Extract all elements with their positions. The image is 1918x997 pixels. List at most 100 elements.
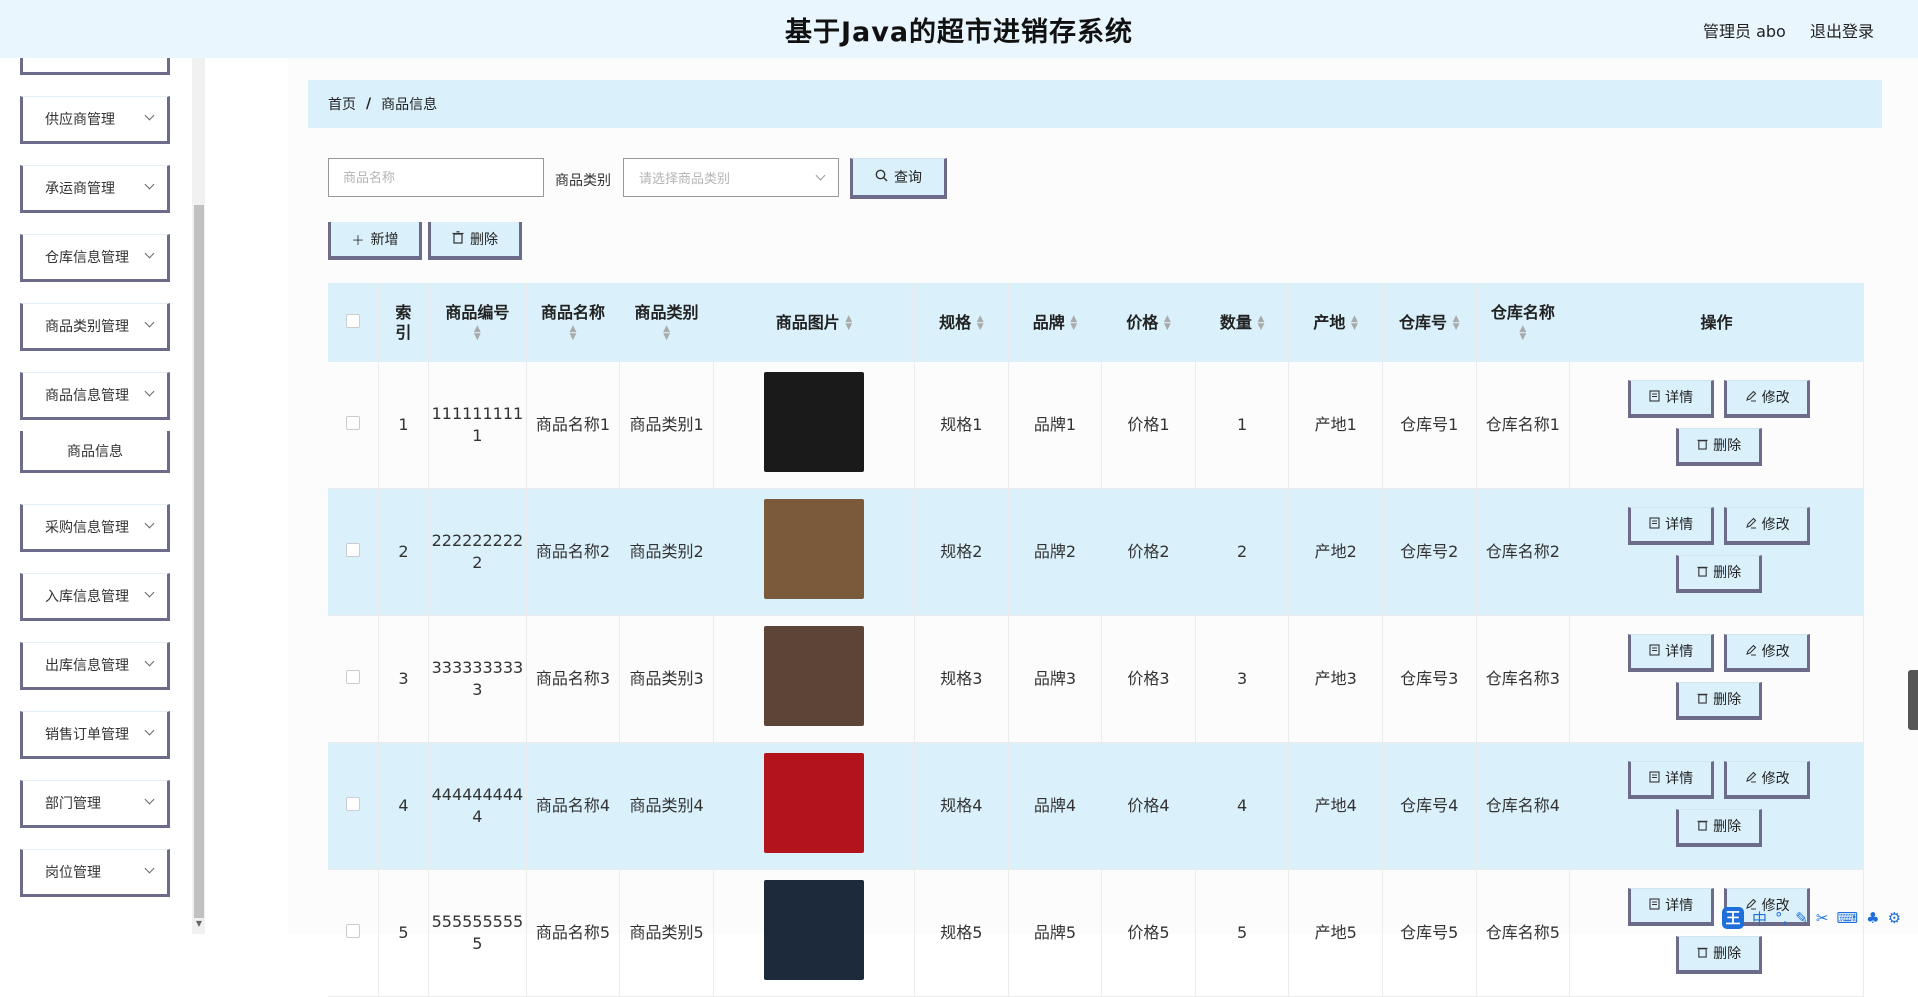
delete-button[interactable]: 删除: [1676, 809, 1763, 847]
header-code[interactable]: 商品编号 ▲ ▼: [428, 283, 527, 362]
product-image[interactable]: [763, 372, 864, 472]
ime-pen-icon[interactable]: ✎: [1795, 909, 1808, 927]
product-image[interactable]: [763, 753, 864, 853]
header-category[interactable]: 商品类别 ▲ ▼: [619, 283, 714, 362]
cell-ops: 详情 修改删除: [1569, 362, 1864, 489]
header-qty[interactable]: 数量 ▲ ▼: [1195, 283, 1290, 362]
detail-button[interactable]: 详情: [1628, 507, 1715, 545]
ime-skin-icon[interactable]: ♣: [1866, 909, 1879, 927]
query-button[interactable]: 查询: [850, 158, 947, 199]
breadcrumb-home[interactable]: 首页: [328, 94, 356, 114]
product-image[interactable]: [763, 880, 864, 980]
header-name[interactable]: 商品名称 ▲ ▼: [526, 283, 621, 362]
edit-button[interactable]: 修改: [1724, 380, 1811, 418]
sidebar-item[interactable]: 供应商管理: [20, 96, 170, 144]
sidebar-item[interactable]: 销售订单管理: [20, 711, 170, 759]
table-row[interactable]: 3 3333333333 商品名称3 商品类别3 规格3 品牌3 价格3 3 产地3 仓库号3 仓库…: [328, 615, 1864, 743]
sidebar-item[interactable]: 承运商管理: [20, 165, 170, 213]
ime-scissors-icon[interactable]: ✂: [1816, 909, 1829, 927]
header-spec[interactable]: 规格 ▲ ▼: [914, 283, 1009, 362]
sort-icon[interactable]: ▲ ▼: [977, 315, 984, 332]
ime-toolbar[interactable]: 王 中 °, ✎ ✂ ⌨ ♣ ⚙: [1722, 906, 1901, 930]
detail-button[interactable]: 详情: [1628, 761, 1715, 799]
category-select[interactable]: 请选择商品类别: [623, 158, 839, 197]
product-name-search-input[interactable]: [328, 158, 544, 197]
row-checkbox[interactable]: [345, 416, 360, 430]
header-price[interactable]: 价格 ▲ ▼: [1101, 283, 1196, 362]
sort-icon[interactable]: ▲ ▼: [1257, 315, 1264, 332]
sidebar-item[interactable]: 岗位管理: [20, 849, 170, 897]
cell-price: 价格1: [1101, 362, 1196, 489]
sort-icon[interactable]: ▲ ▼: [1453, 315, 1460, 332]
row-checkbox[interactable]: [345, 670, 360, 684]
sidebar-item[interactable]: 商品信息管理: [20, 372, 170, 420]
edit-button[interactable]: 修改: [1724, 634, 1811, 672]
detail-button[interactable]: 详情: [1628, 888, 1715, 926]
product-image[interactable]: [763, 499, 864, 599]
sort-icon[interactable]: ▲ ▼: [1351, 315, 1358, 332]
sort-icon[interactable]: ▲ ▼: [1164, 315, 1171, 332]
sort-icon[interactable]: ▲ ▼: [845, 315, 852, 332]
ime-language-toggle[interactable]: 中: [1752, 908, 1767, 929]
scroll-down-arrow-icon[interactable]: ▼: [194, 919, 204, 931]
ime-punctuation-icon[interactable]: °,: [1775, 909, 1787, 927]
delete-button[interactable]: 删除: [1676, 682, 1763, 720]
side-widget-handle[interactable]: [1908, 670, 1918, 730]
chevron-down-icon: [815, 170, 826, 181]
row-checkbox[interactable]: [345, 924, 360, 938]
sidebar-item-label: 商品信息: [67, 443, 123, 460]
sidebar-item[interactable]: 部门管理: [20, 780, 170, 828]
detail-button[interactable]: 详情: [1628, 380, 1715, 418]
sidebar-item[interactable]: 采购信息管理: [20, 504, 170, 552]
row-checkbox[interactable]: [345, 797, 360, 811]
batch-delete-button[interactable]: 删除: [428, 222, 522, 260]
table-row[interactable]: 5 5555555555 商品名称5 商品类别5 规格5 品牌5 价格5 5 产地5 仓库号5 仓库…: [328, 869, 1864, 997]
sort-icon[interactable]: ▲ ▼: [1519, 325, 1526, 342]
delete-button[interactable]: 删除: [1676, 428, 1763, 466]
cell-ops: 详情 修改删除: [1569, 488, 1864, 616]
sidebar-scrollbar-thumb[interactable]: [194, 205, 204, 918]
logout-link[interactable]: 退出登录: [1810, 18, 1874, 42]
sidebar-item[interactable]: 商品类别管理: [20, 303, 170, 351]
delete-button[interactable]: 删除: [1676, 936, 1763, 974]
row-checkbox[interactable]: [345, 543, 360, 557]
header-image[interactable]: 商品图片 ▲ ▼: [713, 283, 916, 362]
delete-button[interactable]: 删除: [1676, 555, 1763, 593]
sidebar-item[interactable]: 出库信息管理: [20, 642, 170, 690]
sidebar-subitem[interactable]: 商品信息: [20, 431, 170, 473]
app-title: 基于Java的超市进销存系统: [784, 17, 1134, 48]
sidebar-item[interactable]: 仓库信息管理: [20, 234, 170, 282]
product-image[interactable]: [763, 626, 864, 726]
cell-name: 商品名称2: [526, 488, 621, 616]
select-all-checkbox[interactable]: [345, 313, 360, 328]
sort-icon[interactable]: ▲ ▼: [474, 325, 481, 342]
breadcrumb-current: 商品信息: [381, 97, 438, 113]
edit-button[interactable]: 修改: [1724, 761, 1811, 799]
cell-index: 5: [378, 869, 430, 997]
add-button[interactable]: ＋ 新增: [328, 222, 422, 260]
sidebar-item-partial[interactable]: [20, 58, 170, 75]
ime-keyboard-icon[interactable]: ⌨: [1836, 909, 1858, 927]
cell-code: 2222222222: [428, 488, 527, 616]
header-origin[interactable]: 产地 ▲ ▼: [1288, 283, 1383, 362]
header-brand[interactable]: 品牌 ▲ ▼: [1008, 283, 1103, 362]
header-wh-no[interactable]: 仓库号 ▲ ▼: [1382, 283, 1477, 362]
sort-icon[interactable]: ▲ ▼: [663, 325, 670, 342]
table-row[interactable]: 1 1111111111 商品名称1 商品类别1 规格1 品牌1 价格1 1 产地1 仓库号1 仓库…: [328, 362, 1864, 489]
sort-icon[interactable]: ▲ ▼: [570, 325, 577, 342]
ime-settings-icon[interactable]: ⚙: [1888, 909, 1901, 927]
cell-price: 价格4: [1101, 742, 1196, 870]
table-row[interactable]: 4 4444444444 商品名称4 商品类别4 规格4 品牌4 价格4 4 产地4 仓库号4 仓库…: [328, 742, 1864, 870]
cell-code: 4444444444: [428, 742, 527, 870]
sort-icon[interactable]: ▲ ▼: [1070, 315, 1077, 332]
edit-button[interactable]: 修改: [1724, 507, 1811, 545]
cell-origin: 产地2: [1288, 488, 1383, 616]
chevron-down-icon: [144, 794, 155, 805]
ime-logo-icon[interactable]: 王: [1722, 907, 1744, 929]
cell-image: [713, 742, 916, 870]
header-wh-name[interactable]: 仓库名称 ▲ ▼: [1476, 283, 1571, 362]
sidebar-item[interactable]: 入库信息管理: [20, 573, 170, 621]
detail-button[interactable]: 详情: [1628, 634, 1715, 672]
table-row[interactable]: 2 2222222222 商品名称2 商品类别2 规格2 品牌2 价格2 2 产地2 仓库号2 仓库…: [328, 488, 1864, 616]
edit-icon: [1745, 641, 1757, 663]
